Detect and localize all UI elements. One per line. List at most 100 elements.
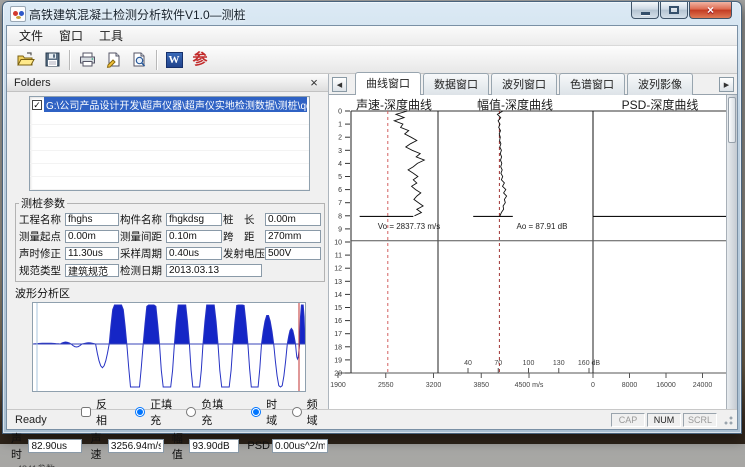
- open-file-button[interactable]: [13, 48, 39, 72]
- word-export-button[interactable]: W: [161, 48, 187, 72]
- measure-start-field[interactable]: [65, 230, 119, 243]
- svg-text:16000: 16000: [656, 382, 676, 389]
- sound-time-field[interactable]: [28, 439, 82, 453]
- folder-list-item[interactable]: ✓ G:\公司产品设计开发\超声仪器\超声仪实地检测数据\测桩\qd\qd03\…: [30, 97, 309, 112]
- tab-scroll-right-button[interactable]: ▶: [719, 77, 734, 92]
- close-panel-icon[interactable]: ×: [307, 77, 321, 89]
- export-report-button[interactable]: [100, 48, 126, 72]
- sample-period-field[interactable]: [166, 247, 222, 260]
- velocity-field[interactable]: [108, 439, 164, 453]
- svg-text:3: 3: [338, 148, 342, 155]
- param-label: 跨 距: [223, 229, 264, 244]
- printer-icon: [79, 52, 96, 67]
- open-folder-icon: [17, 52, 35, 68]
- project-name-field[interactable]: [65, 213, 119, 226]
- svg-text:0: 0: [338, 109, 342, 116]
- voltage-field[interactable]: [265, 247, 321, 260]
- pile-params-group: 测桩参数 工程名称 构件名称 桩 长 测量起点 测量间距 跨 距: [15, 195, 325, 282]
- svg-text:18: 18: [334, 344, 342, 351]
- status-text: Ready: [15, 414, 47, 426]
- svg-text:3200: 3200: [426, 382, 442, 389]
- resize-grip[interactable]: [721, 413, 734, 426]
- svg-text:1900: 1900: [330, 382, 346, 389]
- component-name-field[interactable]: [166, 213, 222, 226]
- folder-checkbox[interactable]: ✓: [32, 100, 42, 110]
- svg-text:17: 17: [334, 331, 342, 338]
- tab-data-window[interactable]: 数据窗口: [423, 73, 489, 95]
- standard-type-field[interactable]: [65, 264, 119, 277]
- waveform-plot[interactable]: [33, 303, 305, 391]
- tab-scroll-left-button[interactable]: ◀: [332, 77, 347, 92]
- menu-tools[interactable]: 工具: [91, 25, 131, 46]
- menu-window[interactable]: 窗口: [51, 25, 91, 46]
- waveform-controls: 反相 正填充 负填充 时域 频域: [81, 396, 328, 428]
- invert-checkbox[interactable]: [81, 407, 91, 417]
- svg-text:5: 5: [338, 174, 342, 181]
- scroll-lock-indicator: SCRL: [683, 413, 717, 427]
- freq-domain-radio[interactable]: [292, 407, 302, 417]
- folders-list[interactable]: ✓ G:\公司产品设计开发\超声仪器\超声仪实地检测数据\测桩\qd\qd03\…: [29, 96, 310, 191]
- preview-magnifier-icon: [132, 52, 147, 68]
- titlebar[interactable]: 高铁建筑混凝土检测分析软件V1.0—测桩 ×: [3, 2, 741, 25]
- folders-panel-header: Folders ×: [7, 74, 328, 92]
- maximize-button[interactable]: [660, 2, 688, 19]
- svg-text:Vo = 2837.73 m/s: Vo = 2837.73 m/s: [378, 222, 441, 231]
- tab-wavetrain-window[interactable]: 波列窗口: [491, 73, 557, 95]
- svg-text:13: 13: [334, 279, 342, 286]
- toolbar-separator: [156, 50, 157, 70]
- param-label: 检测日期: [120, 263, 165, 278]
- empty-list-row: [30, 138, 309, 151]
- tabstrip: ◀ 曲线窗口 数据窗口 波列窗口 色谱窗口 波列影像 ▶: [329, 74, 737, 95]
- empty-list-row: [30, 151, 309, 164]
- vertical-scrollbar[interactable]: [726, 95, 737, 409]
- param-label: 工程名称: [19, 212, 64, 227]
- svg-text:15: 15: [334, 305, 342, 312]
- tab-spectrum-window[interactable]: 色谱窗口: [559, 73, 625, 95]
- print-preview-button[interactable]: [126, 48, 152, 72]
- readout-fields: 声 时 声 速 幅 值 PSD: [11, 430, 328, 462]
- caps-lock-indicator: CAP: [611, 413, 645, 427]
- save-button[interactable]: [39, 48, 65, 72]
- pile-params-grid: 工程名称 构件名称 桩 长 测量起点 测量间距 跨 距 声时修正: [19, 212, 321, 278]
- tab-wavetrain-image[interactable]: 波列影像: [627, 73, 693, 95]
- minimize-icon: [641, 12, 650, 15]
- minimize-button[interactable]: [631, 2, 659, 19]
- amplitude-field[interactable]: [189, 439, 239, 453]
- time-domain-radio[interactable]: [251, 407, 261, 417]
- waveform-box[interactable]: [32, 302, 306, 392]
- scrollbar-thumb[interactable]: [728, 97, 736, 143]
- sound-time-label: 声 时: [11, 430, 26, 462]
- clipped-bottom-text: 4841参数: [17, 462, 328, 467]
- param-label: 采样周期: [120, 246, 165, 261]
- svg-text:40: 40: [464, 360, 472, 367]
- param-label: 规范类型: [19, 263, 64, 278]
- depth-curves-plot[interactable]: 0123456789101112131415161718192019002550…: [329, 95, 728, 410]
- svg-text:2: 2: [338, 135, 342, 142]
- svg-text:19: 19: [334, 357, 342, 364]
- test-date-field[interactable]: [166, 264, 262, 277]
- tab-curve-window[interactable]: 曲线窗口: [355, 72, 421, 95]
- menubar: 文件 窗口 工具: [7, 26, 737, 46]
- freq-domain-label: 频域: [307, 396, 328, 428]
- parameter-settings-button[interactable]: 参: [187, 48, 213, 72]
- print-button[interactable]: [74, 48, 100, 72]
- time-domain-label: 时域: [266, 396, 287, 428]
- svg-text:10: 10: [334, 240, 342, 247]
- pile-length-field[interactable]: [265, 213, 321, 226]
- empty-list-row: [30, 125, 309, 138]
- param-label: 测量间距: [120, 229, 165, 244]
- folder-path: G:\公司产品设计开发\超声仪器\超声仪实地检测数据\测桩\qd\qd03\qd…: [44, 97, 307, 112]
- psd-label: PSD: [247, 440, 270, 452]
- svg-text:70: 70: [494, 360, 502, 367]
- fill-positive-radio[interactable]: [135, 407, 145, 417]
- close-button[interactable]: ×: [689, 2, 732, 19]
- measure-interval-field[interactable]: [166, 230, 222, 243]
- psd-field[interactable]: [272, 439, 328, 453]
- menu-file[interactable]: 文件: [11, 25, 51, 46]
- time-correction-field[interactable]: [65, 247, 119, 260]
- toolbar: W 参: [7, 46, 737, 74]
- fill-negative-radio[interactable]: [186, 407, 196, 417]
- svg-text:Ao = 87.91 dB: Ao = 87.91 dB: [517, 222, 568, 231]
- right-panel: ◀ 曲线窗口 数据窗口 波列窗口 色谱窗口 波列影像 ▶ 声速-深度曲线 幅值-…: [329, 74, 737, 409]
- span-field[interactable]: [265, 230, 321, 243]
